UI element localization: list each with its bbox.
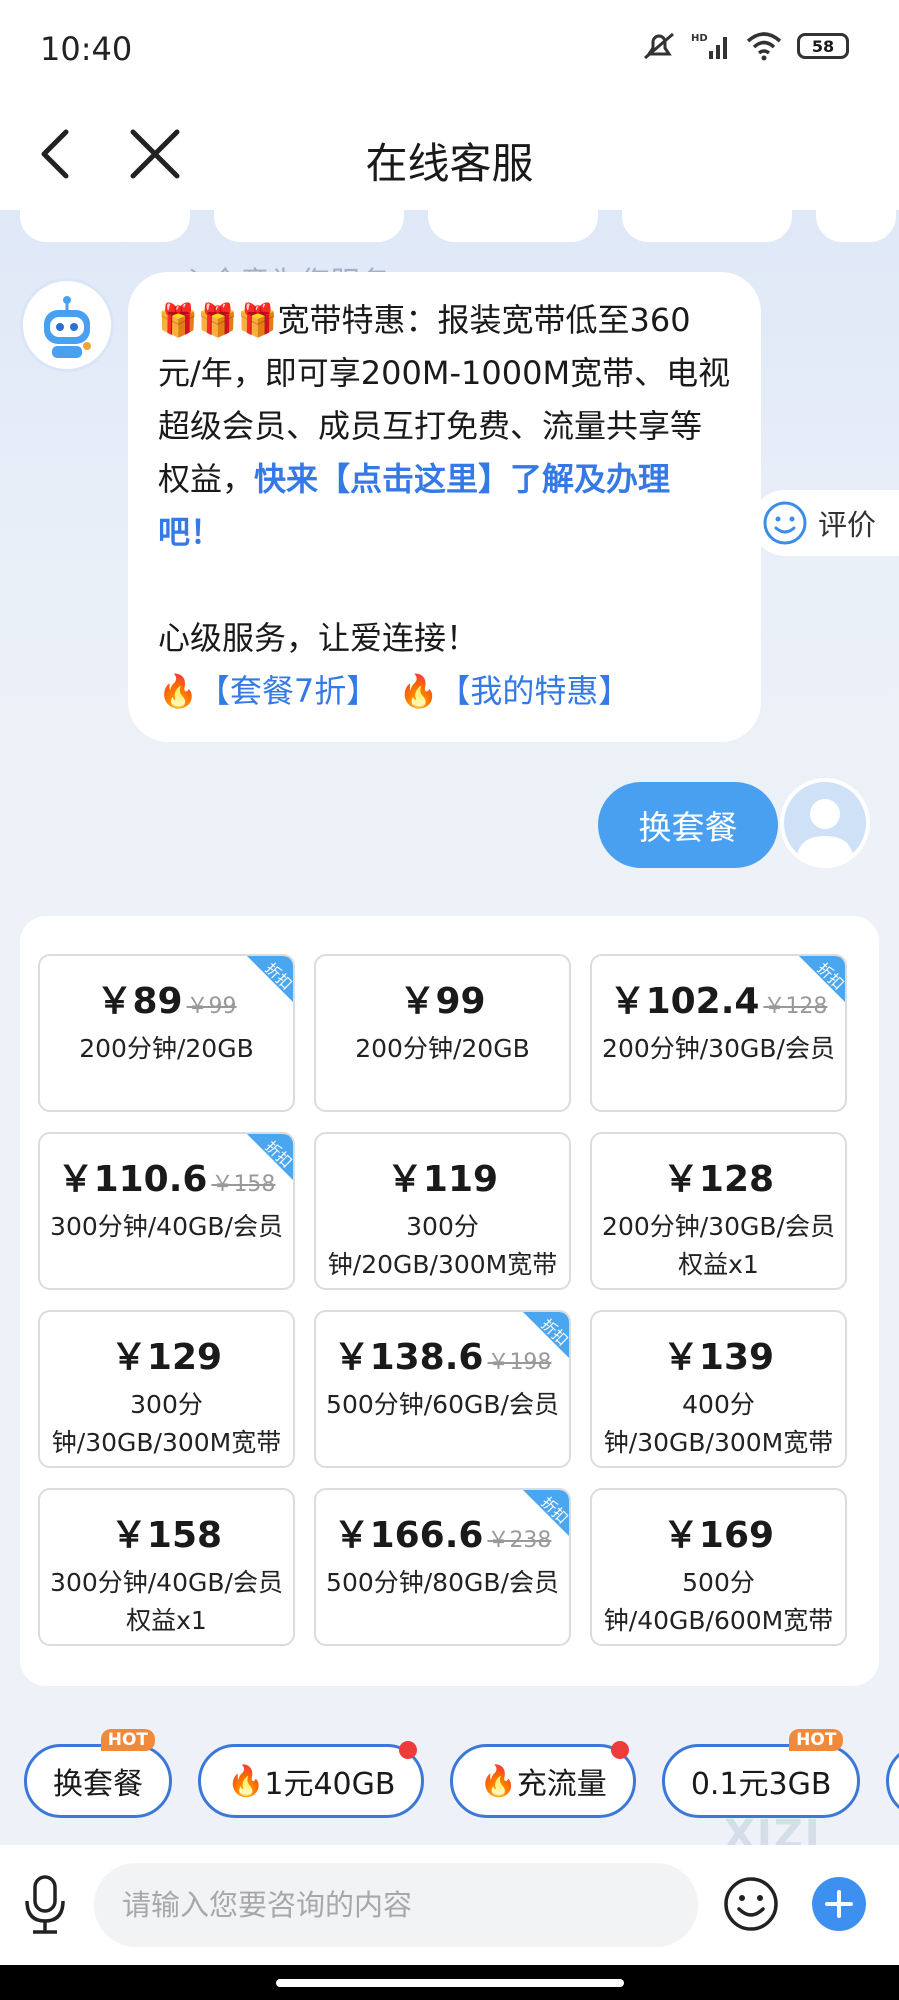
battery-icon: 58 bbox=[797, 33, 849, 59]
package-option[interactable]: ￥128 200分钟/30GB/会员权益x1 bbox=[590, 1132, 847, 1290]
my-offers-link[interactable]: 【我的特惠】 bbox=[438, 672, 630, 710]
package-option[interactable]: ￥139 400分钟/30GB/300M宽带 bbox=[590, 1310, 847, 1468]
add-button[interactable] bbox=[812, 1877, 866, 1931]
quick-reply-chip[interactable]: 换套餐 HOT bbox=[24, 1729, 172, 1818]
package-option[interactable]: ￥169 500分钟/40GB/600M宽带 bbox=[590, 1488, 847, 1646]
battery-level: 58 bbox=[811, 36, 835, 56]
hot-badge: HOT bbox=[100, 1729, 155, 1751]
quick-reply-chip[interactable]: 🔥 充流量 bbox=[450, 1741, 636, 1818]
fire-emoji: 🔥 bbox=[158, 672, 198, 710]
robot-icon bbox=[44, 296, 91, 358]
package-desc: 300分钟/30GB/300M宽带 bbox=[51, 1390, 282, 1457]
package-desc: 400分钟/30GB/300M宽带 bbox=[603, 1390, 834, 1457]
user-avatar bbox=[780, 778, 870, 868]
package-desc: 200分钟/20GB bbox=[79, 1034, 254, 1063]
package-option[interactable]: ￥119 300分钟/20GB/300M宽带 bbox=[314, 1132, 571, 1290]
package-option[interactable]: ￥166.6 ￥238 500分钟/80GB/会员 折扣 bbox=[314, 1488, 571, 1646]
discount-badge: 折扣 bbox=[247, 1134, 293, 1180]
bot-message-bubble: 🎁🎁🎁宽带特惠：报装宽带低至360元/年，即可享200M-1000M宽带、电视超… bbox=[128, 272, 761, 742]
rate-label: 评价 bbox=[818, 508, 877, 542]
person-icon bbox=[796, 799, 854, 864]
chip-label: 0.1元3GB bbox=[690, 1767, 832, 1802]
bot-message-slogan: 心级服务，让爱连接！ bbox=[158, 619, 479, 657]
discount-badge: 折扣 bbox=[247, 956, 293, 1002]
discount-badge: 折扣 bbox=[799, 956, 845, 1002]
package-desc: 500分钟/80GB/会员 bbox=[326, 1568, 559, 1597]
package-desc: 500分钟/60GB/会员 bbox=[326, 1390, 559, 1419]
package-desc: 200分钟/30GB/会员 bbox=[602, 1034, 835, 1063]
discount-badge: 折扣 bbox=[523, 1312, 569, 1358]
package-desc: 500分钟/40GB/600M宽带 bbox=[603, 1568, 834, 1635]
package-price: ￥169 bbox=[662, 1515, 775, 1556]
package-option[interactable]: ￥110.6 ￥158 300分钟/40GB/会员 折扣 bbox=[38, 1132, 295, 1290]
microphone-icon[interactable] bbox=[20, 1873, 70, 1937]
package-desc: 300分钟/40GB/会员 bbox=[50, 1212, 283, 1241]
svg-text:HD: HD bbox=[691, 33, 708, 44]
discount-badge: 折扣 bbox=[523, 1490, 569, 1536]
package-price: ￥128 bbox=[662, 1159, 775, 1200]
status-time: 10:40 bbox=[40, 30, 133, 68]
quick-reply-chip[interactable]: 🔥 1元40GB bbox=[198, 1741, 425, 1818]
plus-icon bbox=[825, 1890, 853, 1918]
package-option[interactable]: ￥158 300分钟/40GB/会员权益x1 bbox=[38, 1488, 295, 1646]
message-input[interactable] bbox=[94, 1863, 698, 1947]
notification-dot bbox=[399, 1741, 418, 1759]
package-card: ￥89 ￥99 200分钟/20GB 折扣 ￥99 200分钟/20GB ￥102.4 ￥12… bbox=[20, 916, 879, 1686]
bot-message-actions: 🔥【套餐7折】 🔥【我的特惠】 bbox=[158, 665, 731, 718]
gesture-bar bbox=[0, 1965, 899, 2000]
rate-button[interactable]: 评价 bbox=[752, 490, 899, 556]
home-indicator[interactable] bbox=[276, 1979, 624, 1987]
package-option[interactable]: ￥89 ￥99 200分钟/20GB 折扣 bbox=[38, 954, 295, 1112]
service-tabs bbox=[20, 210, 896, 242]
quick-reply-bar: 换套餐HOT🔥1元40GB🔥充流量0.1元3GBHOT积 bbox=[24, 1729, 899, 1818]
page-title: 在线客服 bbox=[365, 139, 534, 188]
package-price: ￥158 bbox=[110, 1515, 223, 1556]
package-price: ￥119 bbox=[386, 1159, 499, 1200]
package-option[interactable]: ￥129 300分钟/30GB/300M宽带 bbox=[38, 1310, 295, 1468]
wifi-icon bbox=[746, 32, 782, 61]
signal-icon: HD bbox=[691, 33, 727, 59]
package-option[interactable]: ￥99 200分钟/20GB bbox=[314, 954, 571, 1112]
fire-emoji: 🔥 bbox=[227, 1763, 265, 1799]
package-price: ￥99 bbox=[399, 981, 486, 1022]
smile-icon bbox=[763, 501, 807, 545]
fire-emoji: 🔥 bbox=[398, 672, 439, 710]
chip-label: 充流量 bbox=[516, 1767, 607, 1802]
package-option[interactable]: ￥138.6 ￥198 500分钟/60GB/会员 折扣 bbox=[314, 1310, 571, 1468]
chip-label: 1元40GB bbox=[264, 1767, 396, 1802]
service-tab[interactable] bbox=[816, 210, 896, 242]
package-price: ￥139 bbox=[662, 1337, 775, 1378]
notification-dot bbox=[610, 1741, 629, 1759]
user-message-bubble: 换套餐 bbox=[598, 782, 778, 868]
hot-badge: HOT bbox=[789, 1729, 844, 1751]
quick-reply-chip[interactable]: 0.1元3GB HOT bbox=[661, 1729, 861, 1818]
service-tab[interactable] bbox=[622, 210, 792, 242]
package-desc: 200分钟/30GB/会员权益x1 bbox=[602, 1212, 835, 1279]
gift-emoji: 🎁🎁🎁 bbox=[158, 301, 278, 339]
original-price: ￥99 bbox=[186, 994, 237, 1019]
emoji-icon[interactable] bbox=[722, 1875, 780, 1933]
chip-label: 换套餐 bbox=[53, 1767, 143, 1802]
status-bar: 10:40 HD 58 bbox=[0, 0, 899, 100]
input-bar bbox=[0, 1845, 899, 1965]
bot-avatar bbox=[20, 278, 114, 372]
package-desc: 200分钟/20GB bbox=[355, 1034, 530, 1063]
user-message-text: 换套餐 bbox=[638, 808, 738, 847]
package-desc: 300分钟/20GB/300M宽带 bbox=[327, 1212, 558, 1279]
package-option[interactable]: ￥102.4 ￥128 200分钟/30GB/会员 折扣 bbox=[590, 954, 847, 1112]
mute-icon bbox=[644, 32, 674, 60]
service-tab[interactable] bbox=[428, 210, 598, 242]
package-grid: ￥89 ￥99 200分钟/20GB 折扣 ￥99 200分钟/20GB ￥102.4 ￥12… bbox=[38, 954, 847, 1646]
chat-area[interactable]: …心全意为您服务 🎁🎁🎁宽带特惠：报装宽带低至360元/年，即可享200M-10… bbox=[0, 210, 899, 1845]
status-icons: HD 58 bbox=[641, 30, 849, 62]
plan-discount-link[interactable]: 【套餐7折】 bbox=[198, 672, 378, 710]
nav-bar: 在线客服 bbox=[0, 100, 899, 210]
quick-reply-chip[interactable]: 积 bbox=[886, 1744, 899, 1818]
package-price: ￥129 bbox=[110, 1337, 223, 1378]
service-tab[interactable] bbox=[214, 210, 404, 242]
service-tab[interactable] bbox=[20, 210, 190, 242]
package-desc: 300分钟/40GB/会员权益x1 bbox=[50, 1568, 283, 1635]
fire-emoji: 🔥 bbox=[479, 1763, 517, 1799]
